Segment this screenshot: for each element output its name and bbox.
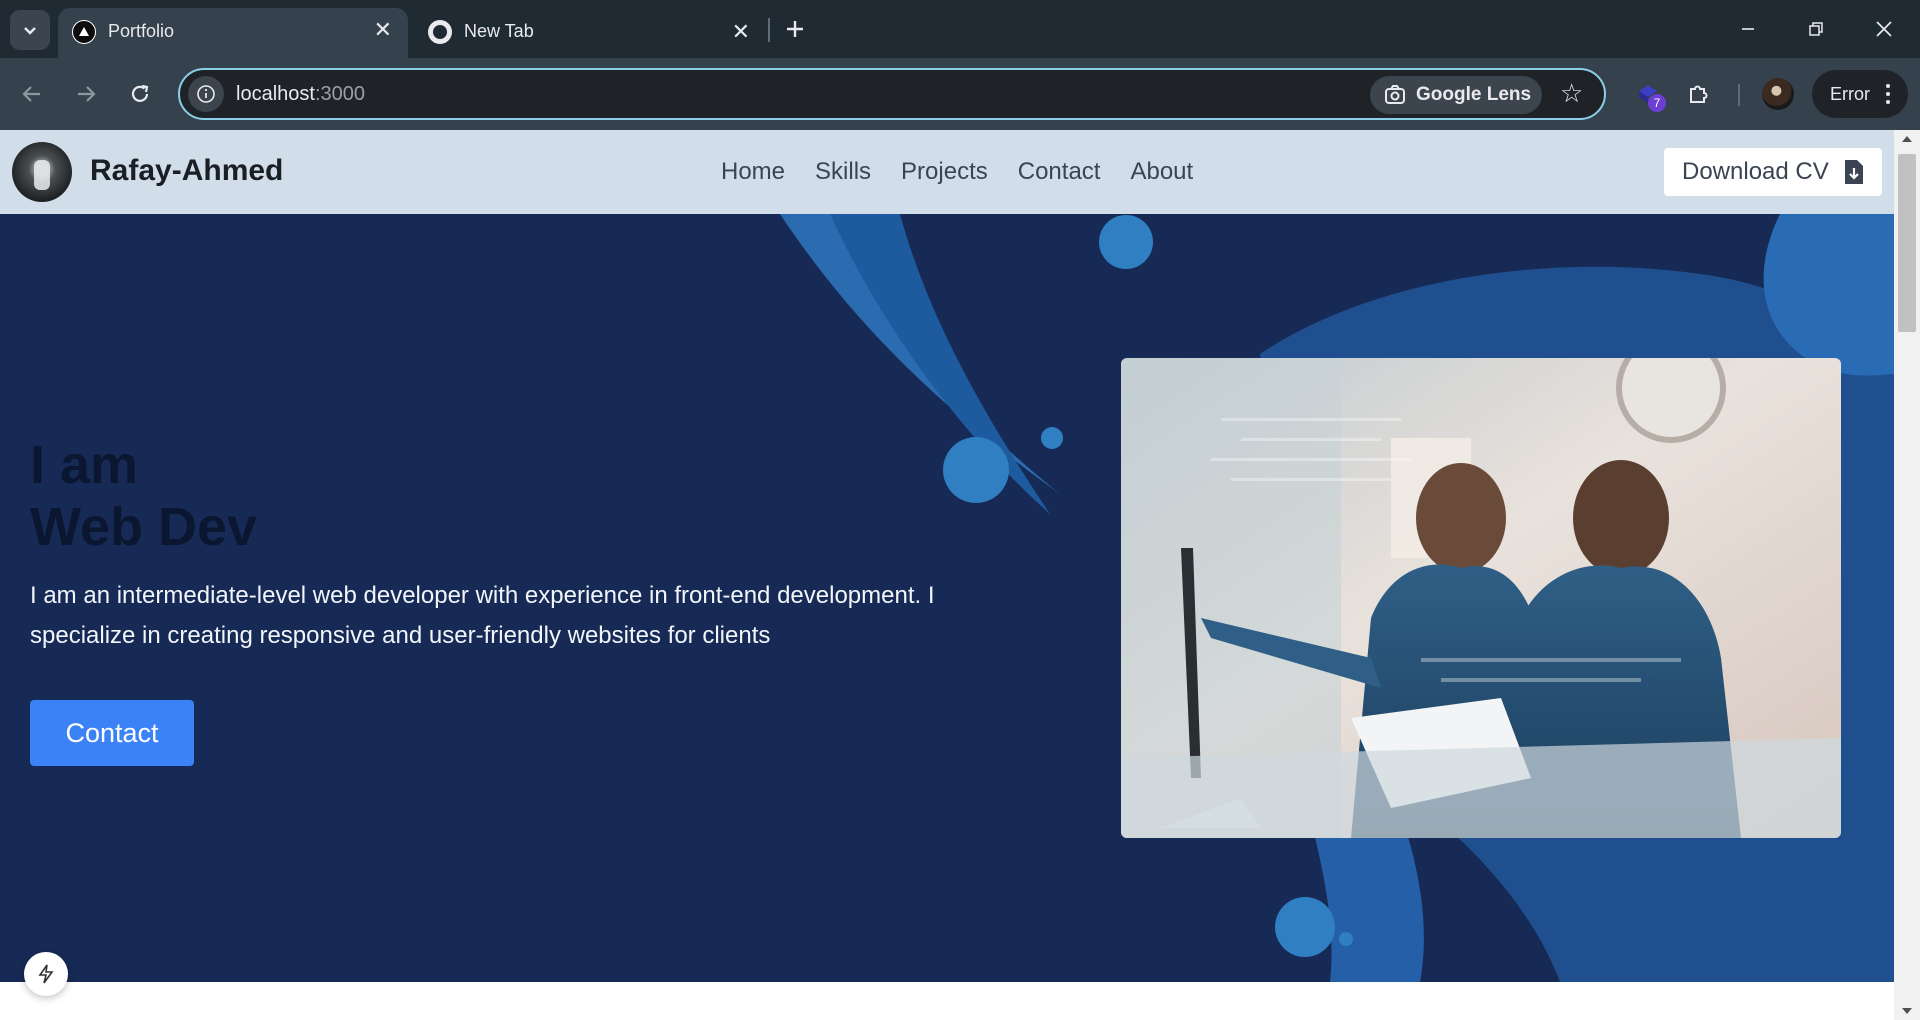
scrollbar-thumb[interactable]	[1898, 154, 1916, 332]
tab-portfolio[interactable]: Portfolio ✕	[58, 8, 408, 60]
scroll-down-arrow-icon[interactable]	[1902, 1008, 1912, 1014]
file-download-icon	[1844, 160, 1863, 184]
lightning-bolt-icon	[38, 964, 54, 984]
google-lens-label: Google Lens	[1416, 84, 1532, 105]
nextjs-favicon-icon	[72, 20, 96, 44]
tab-search-button[interactable]	[10, 10, 50, 50]
decor-circle	[1099, 215, 1153, 269]
tab-title: Portfolio	[108, 21, 175, 41]
download-cv-button[interactable]: Download CV	[1664, 148, 1882, 196]
toolbar-divider	[1738, 84, 1740, 106]
tab-new-tab[interactable]: New Tab ✕	[416, 10, 766, 52]
camera-lens-icon	[1385, 85, 1405, 104]
site-navbar: Rafay-Ahmed Home Skills Projects Contact…	[0, 130, 1894, 214]
download-cv-label: Download CV	[1682, 158, 1829, 185]
bookmark-star-icon[interactable]: ☆	[1560, 78, 1583, 109]
page-viewport: Rafay-Ahmed Home Skills Projects Contact…	[0, 130, 1894, 1020]
new-tab-button[interactable]	[778, 12, 812, 46]
url-text[interactable]: localhost:3000	[236, 83, 365, 106]
chrome-favicon-icon	[428, 20, 452, 44]
nav-link-contact[interactable]: Contact	[1018, 158, 1101, 186]
extension-button[interactable]: 7	[1630, 76, 1666, 112]
puzzle-icon	[1690, 85, 1708, 103]
reload-icon	[131, 84, 149, 102]
url-port: :3000	[314, 83, 365, 105]
nav-link-home[interactable]: Home	[721, 158, 785, 186]
address-bar[interactable]: localhost:3000 Google Lens ☆	[178, 68, 1606, 120]
plus-icon	[787, 21, 803, 37]
decor-circle	[1339, 932, 1353, 946]
hero-title-line2: Web Dev	[30, 497, 258, 557]
minimize-button[interactable]	[1728, 10, 1768, 48]
next-section	[0, 982, 1894, 1020]
more-vertical-icon	[1886, 84, 1890, 104]
brand-avatar[interactable]	[12, 142, 72, 202]
decor-circle	[1275, 897, 1335, 957]
browser-toolbar: localhost:3000 Google Lens ☆ 7 Error	[0, 58, 1920, 130]
arrow-right-icon	[78, 86, 96, 102]
site-info-button[interactable]	[188, 76, 224, 112]
profile-error-label: Error	[1830, 83, 1870, 104]
back-button[interactable]	[14, 76, 50, 112]
url-host: localhost	[236, 83, 315, 105]
hero-description: I am an intermediate-level web developer…	[30, 582, 935, 649]
arrow-left-icon	[22, 86, 40, 102]
hero-image	[1121, 358, 1841, 838]
hero-title: I am Web Dev	[30, 434, 257, 558]
tab-divider	[768, 18, 770, 42]
brand-name[interactable]: Rafay-Ahmed	[90, 154, 283, 188]
decor-circle	[943, 437, 1009, 503]
extension-badge: 7	[1648, 94, 1666, 112]
scroll-up-arrow-icon[interactable]	[1902, 136, 1912, 142]
nav-link-skills[interactable]: Skills	[815, 158, 871, 186]
forward-button[interactable]	[68, 76, 104, 112]
nav-link-about[interactable]: About	[1130, 158, 1193, 186]
reload-button[interactable]	[122, 76, 158, 112]
close-window-button[interactable]	[1864, 10, 1904, 48]
nav-link-projects[interactable]: Projects	[901, 158, 988, 186]
browser-tabstrip: Portfolio ✕ New Tab ✕	[0, 0, 1920, 60]
profile-error-button[interactable]: Error	[1812, 70, 1908, 118]
nextjs-dev-tools-button[interactable]	[24, 952, 68, 996]
page-scrollbar[interactable]	[1894, 130, 1920, 1020]
info-icon	[197, 85, 215, 103]
google-lens-button[interactable]: Google Lens	[1370, 76, 1542, 114]
close-icon	[1876, 21, 1892, 37]
close-icon[interactable]: ✕	[374, 18, 392, 42]
decor-circle	[1041, 427, 1063, 449]
hero-section: I am Web Dev I am an intermediate-level …	[0, 214, 1894, 982]
hero-title-line1: I am	[30, 435, 139, 495]
profile-avatar[interactable]	[1762, 78, 1794, 110]
contact-button[interactable]: Contact	[30, 700, 194, 766]
tab-title: New Tab	[464, 21, 534, 41]
minimize-icon	[1742, 28, 1754, 30]
restore-button[interactable]	[1796, 10, 1836, 48]
close-icon[interactable]: ✕	[732, 20, 750, 44]
restore-icon	[1809, 22, 1823, 36]
main-nav: Home Skills Projects Contact About	[721, 158, 1193, 186]
extensions-menu-button[interactable]	[1680, 76, 1716, 112]
chevron-down-icon	[24, 27, 36, 35]
